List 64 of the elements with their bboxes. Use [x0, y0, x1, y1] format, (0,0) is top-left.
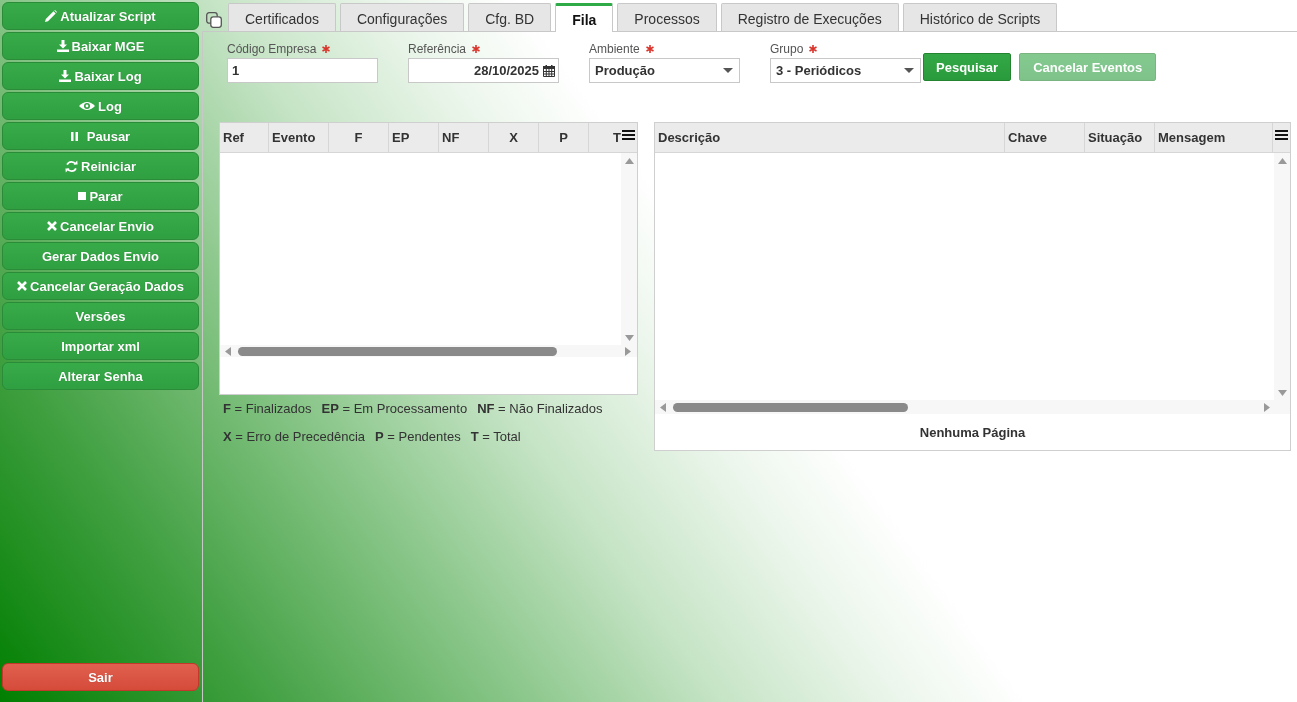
pencil-icon: [45, 10, 58, 22]
download-icon: [59, 70, 72, 82]
column-header[interactable]: Mensagem: [1155, 123, 1273, 152]
exit-button[interactable]: Sair: [2, 663, 199, 691]
scrollbar-thumb[interactable]: [238, 346, 557, 356]
down-arrow-icon[interactable]: [624, 335, 634, 341]
right-arrow-icon[interactable]: [625, 346, 631, 356]
field-label: Referência: [408, 41, 467, 56]
close-icon: [47, 221, 58, 231]
column-header[interactable]: T: [589, 123, 622, 152]
scrollbar-thumb[interactable]: [673, 402, 908, 412]
legend-item: X = Erro de Precedência: [223, 428, 365, 446]
legend-item: P = Pendentes: [375, 428, 461, 446]
menu-icon[interactable]: [1275, 130, 1288, 140]
download-icon: [56, 40, 69, 52]
vertical-scrollbar[interactable]: [621, 153, 637, 345]
column-header[interactable]: EP: [389, 123, 439, 152]
column-header[interactable]: Evento: [269, 123, 329, 152]
date-field[interactable]: 28/10/2025: [408, 58, 559, 83]
up-arrow-icon[interactable]: [1277, 158, 1287, 164]
tab[interactable]: Cfg. BD: [468, 3, 552, 31]
column-header[interactable]: Descrição: [655, 123, 1005, 152]
legend-item: T = Total: [470, 428, 521, 446]
eye-icon: [79, 101, 96, 111]
column-header[interactable]: P: [539, 123, 589, 152]
copy-icon[interactable]: [206, 12, 222, 28]
text-field[interactable]: 1: [227, 58, 378, 83]
column-header[interactable]: Situação: [1085, 123, 1155, 152]
left-arrow-icon[interactable]: [225, 346, 231, 356]
tab[interactable]: Certificados: [228, 3, 336, 31]
select-field[interactable]: 3 - Periódicos: [770, 58, 921, 83]
column-header[interactable]: NF: [439, 123, 489, 152]
tab[interactable]: Histórico de Scripts: [902, 3, 1058, 31]
field-label: Ambiente: [589, 41, 640, 56]
up-arrow-icon[interactable]: [624, 158, 634, 164]
horizontal-scrollbar[interactable]: [220, 345, 637, 357]
field-label: Código Empresa: [227, 41, 317, 56]
caret-down-icon: [723, 68, 733, 73]
caret-down-icon: [904, 68, 914, 73]
horizontal-scrollbar[interactable]: [655, 400, 1290, 414]
tab[interactable]: Fila: [555, 3, 614, 32]
left-arrow-icon[interactable]: [660, 402, 666, 412]
tab[interactable]: Configurações: [339, 3, 465, 31]
legend-item: F = Finalizados: [223, 400, 312, 418]
right-arrow-icon[interactable]: [1264, 402, 1270, 412]
stop-icon: [78, 192, 87, 200]
calendar-icon[interactable]: [543, 64, 555, 77]
column-header[interactable]: X: [489, 123, 539, 152]
tab[interactable]: Processos: [617, 3, 717, 31]
column-header[interactable]: F: [329, 123, 389, 152]
column-header[interactable]: Chave: [1005, 123, 1085, 152]
down-arrow-icon[interactable]: [1277, 390, 1287, 396]
tab[interactable]: Registro de Execuções: [720, 3, 899, 31]
pause-icon: [70, 131, 78, 141]
vertical-scrollbar[interactable]: [1274, 153, 1290, 400]
close-icon: [17, 281, 28, 291]
refresh-icon: [65, 159, 79, 173]
pager-text: Nenhuma Página: [919, 424, 1026, 440]
legend-item: NF = Não Finalizados: [477, 400, 603, 418]
legend-item: EP = Em Processamento: [321, 400, 468, 418]
select-field[interactable]: Produção: [589, 58, 740, 83]
field-label: Grupo: [770, 41, 804, 56]
menu-icon[interactable]: [622, 130, 635, 140]
column-header[interactable]: Ref: [220, 123, 269, 152]
